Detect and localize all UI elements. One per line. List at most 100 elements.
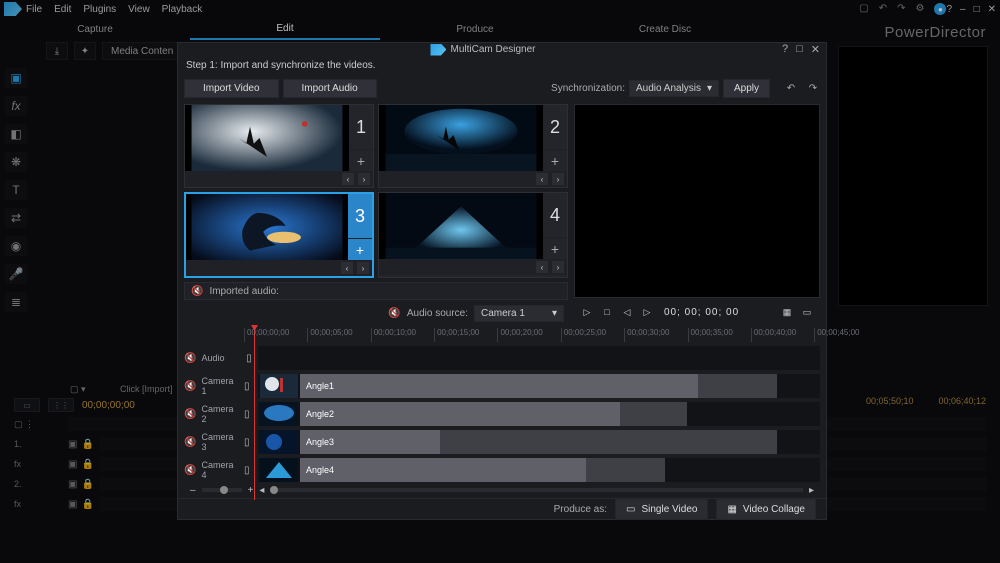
modal-maximize-icon[interactable]: □ — [796, 43, 803, 56]
zoom-slider-thumb[interactable] — [220, 486, 228, 494]
camera-tile-1[interactable]: 1 + ‹ › — [184, 104, 374, 188]
camera-tile-2[interactable]: 2+ ‹› — [378, 104, 568, 188]
single-video-label: Single Video — [641, 504, 697, 515]
speaker-off-icon[interactable]: 🔇 — [388, 308, 400, 319]
imported-audio-label: Imported audio: — [209, 286, 279, 297]
camera-1-thumb — [185, 105, 349, 171]
audio-source-value: Camera 1 — [481, 308, 525, 319]
track-cam2-lock-icon[interactable]: ▯ — [244, 409, 254, 420]
audio-source-select[interactable]: Camera 1 ▾ — [474, 305, 564, 322]
speaker-icon[interactable]: 🔇 — [184, 353, 196, 364]
track-cam4-label: Camera 4 — [201, 460, 240, 480]
video-collage-label: Video Collage — [743, 504, 805, 515]
modal-title-text: MultiCam Designer — [450, 44, 535, 55]
scroll-left-icon[interactable]: ◂ — [259, 485, 264, 496]
track-camera-1: 🔇Camera 1 ▯ Angle1 — [184, 372, 820, 400]
camera-2-thumb — [379, 105, 543, 171]
imported-audio-row: 🔇 Imported audio: — [184, 282, 568, 300]
track-cam4-lane[interactable]: Angle4 — [258, 458, 820, 482]
clip-angle2-label: Angle2 — [306, 409, 334, 419]
ruler-tick: 00;00;20;00 — [497, 328, 542, 342]
camera-2-add-button[interactable]: + — [543, 149, 567, 171]
camera-4-prev-icon[interactable]: ‹ — [536, 261, 548, 273]
clip-thumb — [260, 402, 298, 426]
prev-frame-icon[interactable]: ◁ — [620, 305, 634, 319]
camera-tile-4[interactable]: 4+ ‹› — [378, 192, 568, 278]
timeline-scrollbar[interactable] — [270, 488, 803, 492]
preview-column: ▷ □ ◁ ▷ 00; 00; 00; 00 ▦ ▭ — [574, 104, 820, 322]
speaker-icon[interactable]: 🔇 — [184, 465, 196, 476]
track-cam2-label: Camera 2 — [201, 404, 240, 424]
track-audio-lane[interactable] — [258, 346, 820, 370]
track-audio-label: Audio — [201, 353, 224, 363]
single-video-icon: ▭ — [626, 504, 635, 515]
scroll-right-icon[interactable]: ▸ — [809, 485, 814, 496]
timeline-scrollbar-thumb[interactable] — [270, 486, 278, 494]
stop-icon[interactable]: □ — [600, 305, 614, 319]
track-camera-2: 🔇 Camera 2 ▯ Angle2 — [184, 400, 820, 428]
snapshot-icon[interactable]: ▭ — [800, 305, 814, 319]
next-frame-icon[interactable]: ▷ — [640, 305, 654, 319]
track-cam3-lane[interactable]: Angle3 — [258, 430, 820, 454]
ruler-tick: 00;00;05;00 — [307, 328, 352, 342]
camera-1-number: 1 — [349, 105, 373, 149]
track-cam1-lock-icon[interactable]: ▯ — [244, 381, 254, 392]
apply-button[interactable]: Apply — [723, 79, 770, 98]
timeline-ruler[interactable]: 00;00;00;00 00;00;05;00 00;00;10;00 00;0… — [244, 328, 820, 342]
camera-3-number: 3 — [348, 194, 372, 238]
play-icon[interactable]: ▷ — [580, 305, 594, 319]
camera-grid: 1 + ‹› 2+ ‹› — [184, 104, 568, 278]
camera-3-add-button[interactable]: + — [348, 238, 372, 260]
single-video-button[interactable]: ▭ Single Video — [615, 499, 708, 520]
import-video-button[interactable]: Import Video — [184, 79, 279, 98]
camera-1-next-icon[interactable]: › — [358, 173, 370, 185]
track-cam4-lock-icon[interactable]: ▯ — [244, 465, 254, 476]
modal-undo-icon[interactable]: ↶ — [784, 83, 798, 94]
modal-logo-icon — [430, 44, 446, 56]
playhead[interactable] — [254, 328, 255, 500]
zoom-in-icon[interactable]: + — [248, 485, 254, 496]
camera-4-thumb — [379, 193, 543, 259]
camera-2-next-icon[interactable]: › — [552, 173, 564, 185]
audio-source-label: Audio source: — [407, 308, 468, 319]
clip-angle3-label: Angle3 — [306, 437, 334, 447]
track-cam2-lane[interactable]: Angle2 — [258, 402, 820, 426]
modal-titlebar: MultiCam Designer ? □ ✕ — [178, 43, 826, 56]
camera-1-number-col: 1 + — [349, 105, 373, 171]
camera-1-prev-icon[interactable]: ‹ — [342, 173, 354, 185]
camera-4-next-icon[interactable]: › — [552, 261, 564, 273]
chevron-down-icon: ▾ — [552, 308, 557, 319]
camera-tile-3[interactable]: 3+ ‹ › — [184, 192, 374, 278]
camera-3-prev-icon[interactable]: ‹ — [341, 262, 353, 274]
modal-close-icon[interactable]: ✕ — [811, 43, 820, 56]
zoom-out-icon[interactable]: – — [190, 485, 196, 496]
marker-icon[interactable]: ▦ — [780, 305, 794, 319]
speaker-icon[interactable]: 🔇 — [191, 286, 203, 297]
ruler-tick: 00;00;00;00 — [244, 328, 289, 342]
camera-3-next-icon[interactable]: › — [357, 262, 369, 274]
sync-method-value: Audio Analysis — [636, 83, 701, 94]
speaker-icon[interactable]: 🔇 — [184, 381, 196, 392]
camera-1-add-button[interactable]: + — [349, 149, 373, 171]
speaker-icon[interactable]: 🔇 — [184, 409, 196, 420]
modal-redo-icon[interactable]: ↷ — [806, 83, 820, 94]
track-cam1-lane[interactable]: Angle1 — [258, 374, 820, 398]
track-cam3-label: Camera 3 — [201, 432, 240, 452]
camera-grid-column: 1 + ‹› 2+ ‹› — [184, 104, 568, 322]
multicam-designer-modal: MultiCam Designer ? □ ✕ Step 1: Import a… — [177, 42, 827, 520]
sync-method-select[interactable]: Audio Analysis ▾ — [629, 80, 719, 97]
camera-2-prev-icon[interactable]: ‹ — [536, 173, 548, 185]
ruler-tick: 00;00;30;00 — [624, 328, 669, 342]
chevron-down-icon: ▾ — [707, 83, 712, 94]
modal-help-icon[interactable]: ? — [782, 43, 788, 56]
speaker-icon[interactable]: 🔇 — [184, 437, 196, 448]
ruler-tick: 00;00;40;00 — [751, 328, 796, 342]
track-audio-lock-icon[interactable]: ▯ — [244, 353, 254, 364]
import-audio-button[interactable]: Import Audio — [283, 79, 377, 98]
video-collage-button[interactable]: ▦ Video Collage — [716, 499, 816, 520]
camera-4-add-button[interactable]: + — [543, 237, 567, 259]
clip-thumb — [260, 430, 298, 454]
audio-source-row: 🔇 Audio source: Camera 1 ▾ — [184, 304, 568, 322]
track-cam3-lock-icon[interactable]: ▯ — [244, 437, 254, 448]
ruler-tick: 00;00;15;00 — [434, 328, 479, 342]
